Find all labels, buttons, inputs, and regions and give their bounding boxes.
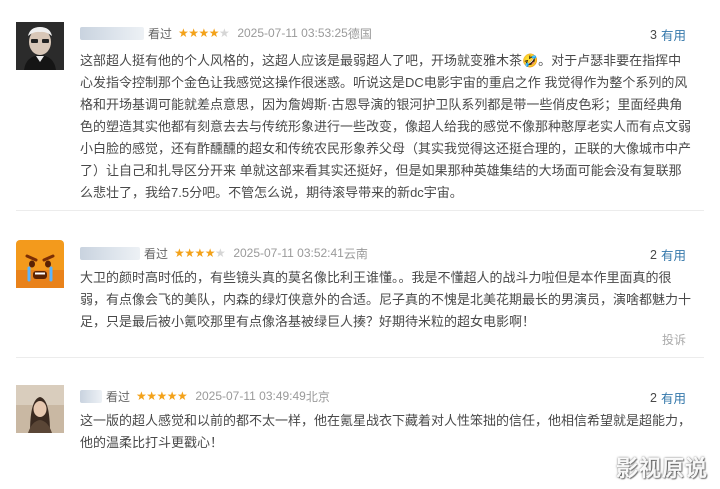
- review-line: 大卫的颜时高时低的，有些镜头真的莫名像比利王谁懂。。我是不懂超人的战斗力啦但是本…: [80, 270, 672, 285]
- review-location: 云南: [343, 246, 368, 261]
- watermark: 影视原说: [615, 456, 708, 481]
- review-line: 了）让自己和扎导区分开来 单就这部来看其实还挺好，但是如果那种英雄集结的大场面可…: [80, 163, 682, 178]
- watched-status: 看过: [144, 246, 169, 261]
- divider: [16, 210, 704, 211]
- review-line: 格和开场基调可能就差点意思，因为詹姆斯·古恩导演的银河护卫队系列都是带一些俏皮色…: [80, 97, 683, 112]
- review-header: 看过 ★★★★★ 2025-07-11 03:49:49 北京: [80, 387, 330, 405]
- rating-stars: ★★★★★: [136, 389, 188, 403]
- review-date: 2025-07-11 03:49:49: [195, 389, 306, 403]
- username-redacted[interactable]: [80, 26, 144, 40]
- useful-vote: 2 有用: [650, 388, 686, 407]
- review-content: 这部超人挺有他的个人风格的，这超人应该是最弱超人了吧，开场就变雅木茶🤣。对于卢瑟…: [80, 50, 696, 204]
- review-location: 北京: [305, 389, 330, 404]
- rating-stars: ★★★★★: [178, 26, 230, 40]
- watched-status: 看过: [148, 26, 173, 41]
- review-line: 他的温柔比打斗更戳心！: [80, 435, 224, 450]
- review-date: 2025-07-11 03:53:25: [237, 26, 348, 40]
- review-header: 看过 ★★★★★ 2025-07-11 03:52:41 云南: [80, 244, 368, 262]
- useful-vote: 3 有用: [650, 25, 686, 44]
- avatar[interactable]: [16, 22, 64, 70]
- review-line: 心发指令控制那个金色让我感觉这操作很迷惑。听说这是DC电影宇宙的重启之作 我觉得…: [80, 75, 688, 90]
- username-redacted[interactable]: [80, 246, 140, 260]
- avatar[interactable]: [16, 385, 64, 433]
- useful-count: 2: [650, 247, 657, 262]
- useful-count: 3: [650, 27, 657, 42]
- useful-vote: 2 有用: [650, 245, 686, 264]
- useful-button[interactable]: 有用: [661, 388, 686, 407]
- review-content: 这一版的超人感觉和以前的都不太一样，他在氪星战衣下藏着对人性笨拙的信任，他相信希…: [80, 410, 696, 454]
- review-line: 足，只是最后被小氪咬那里有点像洛基被绿巨人揍？好期待米粒的超女电影啊！: [80, 314, 536, 329]
- watched-status: 看过: [106, 389, 131, 404]
- avatar[interactable]: [16, 240, 64, 288]
- username-redacted[interactable]: [80, 389, 102, 403]
- review-line: 这一版的超人感觉和以前的都不太一样，他在氪星战衣下藏着对人性笨拙的信任，他相信希…: [80, 413, 692, 428]
- divider: [16, 357, 704, 358]
- review-line: 小白脸的感觉，还有酢醺醺的超女和传统农民形象养父母（其实我觉得这还挺合理的，正联…: [80, 141, 692, 156]
- review-content: 大卫的颜时高时低的，有些镜头真的莫名像比利王谁懂。。我是不懂超人的战斗力啦但是本…: [80, 267, 696, 333]
- review-line: 么悲壮了，我给7.5分吧。不管怎么说，期待滚导带来的新dc宇宙。: [80, 185, 463, 200]
- report-button[interactable]: 投诉: [662, 331, 686, 348]
- rating-stars: ★★★★★: [174, 246, 226, 260]
- review-location: 德国: [347, 26, 372, 41]
- review-date: 2025-07-11 03:52:41: [233, 246, 344, 260]
- review-header: 看过 ★★★★★ 2025-07-11 03:53:25 德国: [80, 24, 372, 42]
- review-line: 这部超人挺有他的个人风格的，这超人应该是最弱超人了吧，开场就变雅木茶🤣。对于卢瑟…: [80, 53, 682, 68]
- useful-button[interactable]: 有用: [661, 25, 686, 44]
- review-line: 弱，有点像会飞的美队，内森的绿灯侠意外的合适。尼子真的不愧是北美花期最长的男演员…: [80, 292, 692, 307]
- useful-button[interactable]: 有用: [661, 245, 686, 264]
- useful-count: 2: [650, 390, 657, 405]
- review-line: 色的塑造其实他都有刻意去去与传统形象进行一些改变，像超人给我的感觉不像那种憨厚老…: [80, 119, 692, 134]
